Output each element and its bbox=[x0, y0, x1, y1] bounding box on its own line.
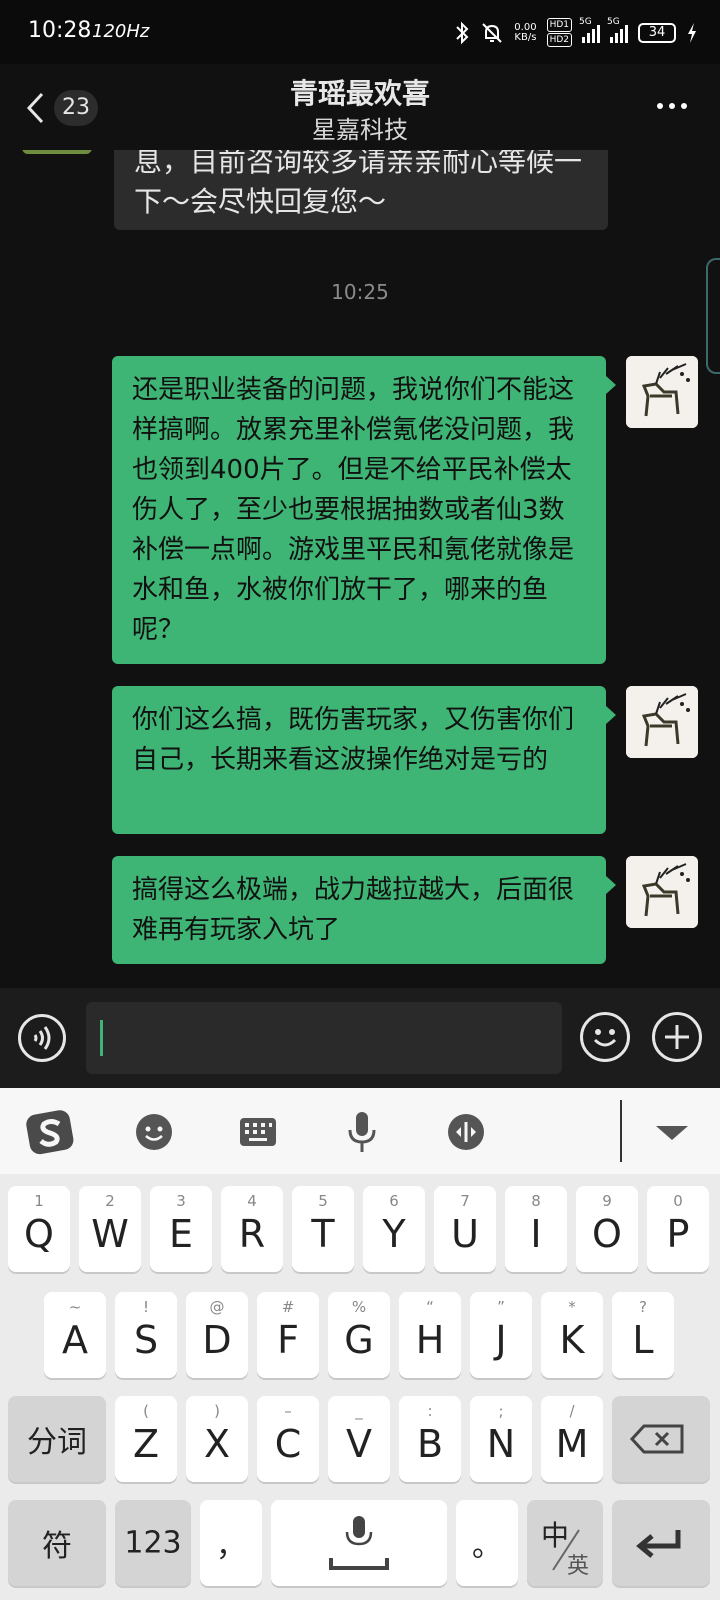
period-key[interactable]: 。 bbox=[456, 1500, 518, 1586]
key-p[interactable]: 0P bbox=[647, 1186, 709, 1272]
voice-wave-icon bbox=[33, 1026, 51, 1050]
chevron-down-icon bbox=[656, 1126, 688, 1140]
emoji-button[interactable] bbox=[580, 1012, 630, 1062]
space-mic-icon bbox=[329, 1516, 389, 1570]
key-l[interactable]: ? L bbox=[612, 1292, 674, 1378]
comma-key[interactable]: ， bbox=[200, 1500, 262, 1586]
hide-keyboard-button[interactable] bbox=[648, 1108, 696, 1156]
key-n[interactable]: ; N bbox=[470, 1396, 532, 1482]
user-avatar[interactable] bbox=[626, 856, 698, 928]
status-time: 10:28 bbox=[28, 18, 92, 43]
hd-indicator: HD1 HD2 bbox=[546, 18, 572, 47]
floating-edge-handle[interactable] bbox=[706, 258, 720, 374]
message-input[interactable] bbox=[86, 1002, 562, 1074]
time-separator: 10:25 bbox=[331, 280, 389, 304]
chat-subtitle: 星嘉科技 bbox=[312, 116, 408, 144]
key-a[interactable]: ~ A bbox=[44, 1292, 106, 1378]
sogou-logo-button[interactable] bbox=[26, 1108, 74, 1156]
key-q[interactable]: 1Q bbox=[8, 1186, 70, 1272]
deer-avatar-icon bbox=[626, 686, 698, 758]
space-key[interactable] bbox=[271, 1500, 447, 1586]
key-c[interactable]: – C bbox=[257, 1396, 319, 1482]
key-j[interactable]: ” J bbox=[470, 1292, 532, 1378]
keyboard-layout-button[interactable] bbox=[234, 1108, 282, 1156]
emoji-panel-button[interactable] bbox=[130, 1108, 178, 1156]
sogou-logo-icon bbox=[26, 1110, 74, 1155]
chat-messages[interactable]: 息，目前咨询较多请亲亲耐心等候一下～会尽快回复您～ 10:25 还是职业装备的问… bbox=[0, 150, 720, 988]
enter-key[interactable] bbox=[612, 1500, 710, 1586]
key-i[interactable]: 8I bbox=[505, 1186, 567, 1272]
key-w[interactable]: 2W bbox=[79, 1186, 141, 1272]
key-x[interactable]: ) X bbox=[186, 1396, 248, 1482]
status-icons: 0.00 KB/s HD1 HD2 5G 5G 34 bbox=[454, 17, 698, 47]
bluetooth-icon bbox=[456, 21, 469, 44]
plus-icon bbox=[665, 1025, 689, 1049]
key-v[interactable]: _ V bbox=[328, 1396, 390, 1482]
cursor-control-icon bbox=[448, 1114, 484, 1150]
key-t[interactable]: 5T bbox=[292, 1186, 354, 1272]
charging-icon bbox=[688, 22, 696, 43]
outgoing-message[interactable]: 还是职业装备的问题，我说你们不能这样搞啊。放累充里补偿氪佬没问题，我也领到400… bbox=[112, 356, 616, 664]
more-actions-button[interactable] bbox=[652, 1012, 702, 1062]
soft-keyboard: 1Q 2W 3E 4R 5T 6Y 7U 8I 9O 0P ~ A ! S @ D #… bbox=[0, 1174, 720, 1600]
mute-bell-icon bbox=[482, 22, 503, 43]
cursor-move-button[interactable] bbox=[442, 1108, 490, 1156]
key-r[interactable]: 4R bbox=[221, 1186, 283, 1272]
key-k[interactable]: * K bbox=[541, 1292, 603, 1378]
network-speed: 0.00 KB/s bbox=[514, 21, 537, 43]
backspace-key[interactable] bbox=[612, 1396, 710, 1482]
more-options-button[interactable] bbox=[652, 94, 692, 118]
slash-icon bbox=[552, 1529, 580, 1571]
symbol-key[interactable]: 符 bbox=[8, 1500, 106, 1586]
status-bar: 10:28 120Hz 0.00 KB/s HD1 HD2 5G 5G 34 bbox=[0, 0, 720, 64]
key-m[interactable]: / M bbox=[541, 1396, 603, 1482]
incoming-message[interactable]: 息，目前咨询较多请亲亲耐心等候一下～会尽快回复您～ bbox=[114, 150, 608, 230]
user-avatar[interactable] bbox=[626, 356, 698, 428]
deer-avatar-icon bbox=[626, 856, 698, 928]
language-switch-key[interactable]: 中 英 bbox=[527, 1500, 603, 1586]
enter-icon bbox=[636, 1530, 681, 1558]
signal-icon-2: 5G bbox=[607, 17, 628, 43]
key-u[interactable]: 7U bbox=[434, 1186, 496, 1272]
deer-avatar-icon bbox=[626, 356, 698, 428]
more-dots-icon bbox=[657, 103, 663, 109]
key-e[interactable]: 3E bbox=[150, 1186, 212, 1272]
refresh-rate: 120Hz bbox=[92, 21, 150, 42]
microphone-icon bbox=[348, 1112, 376, 1152]
signal-icon-1: 5G bbox=[579, 17, 600, 43]
user-avatar[interactable] bbox=[626, 686, 698, 758]
battery-indicator: 34 bbox=[638, 22, 676, 43]
key-h[interactable]: “H bbox=[399, 1292, 461, 1378]
outgoing-message[interactable]: 你们这么搞，既伤害玩家，又伤害你们自己，长期来看这波操作绝对是亏的 bbox=[112, 686, 616, 834]
emoji-icon bbox=[136, 1114, 172, 1150]
key-d[interactable]: @ D bbox=[186, 1292, 248, 1378]
number-key[interactable]: 123 bbox=[115, 1500, 191, 1586]
backspace-icon bbox=[629, 1424, 684, 1454]
chat-header: 23 青瑶最欢喜 星嘉科技 bbox=[0, 64, 720, 150]
key-z[interactable]: (Z bbox=[115, 1396, 177, 1482]
input-bar bbox=[0, 988, 720, 1088]
key-f[interactable]: # F bbox=[257, 1292, 319, 1378]
key-b[interactable]: :B bbox=[399, 1396, 461, 1482]
segment-key[interactable]: 分词 bbox=[8, 1396, 106, 1482]
outgoing-message[interactable]: 搞得这么极端，战力越拉越大，后面很难再有玩家入坑了 bbox=[112, 856, 616, 964]
keyboard-icon bbox=[240, 1118, 276, 1146]
key-o[interactable]: 9O bbox=[576, 1186, 638, 1272]
key-g[interactable]: % G bbox=[328, 1292, 390, 1378]
voice-typing-button[interactable] bbox=[338, 1108, 386, 1156]
chat-title: 青瑶最欢喜 bbox=[289, 77, 430, 110]
key-y[interactable]: 6Y bbox=[363, 1186, 425, 1272]
text-caret bbox=[100, 1020, 103, 1056]
voice-input-button[interactable] bbox=[18, 1014, 66, 1062]
toolbar-divider bbox=[620, 1100, 622, 1162]
keyboard-toolbar bbox=[0, 1088, 720, 1174]
smiley-icon bbox=[593, 1029, 617, 1047]
contact-avatar[interactable] bbox=[22, 150, 92, 154]
key-s[interactable]: ! S bbox=[115, 1292, 177, 1378]
